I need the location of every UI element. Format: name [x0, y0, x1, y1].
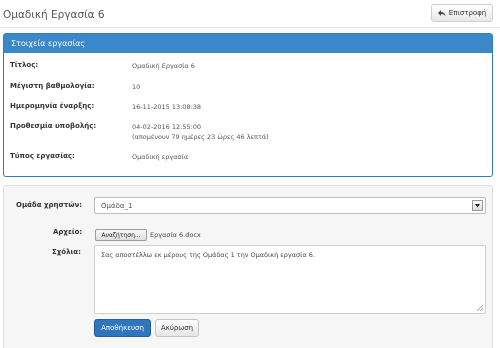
file-label: Αρχείο:	[53, 228, 83, 236]
comments-text: Σας αποστέλλω εκ μέρους της Ομάδας 1 την…	[101, 251, 315, 259]
detail-label: Τύπος εργασίας:	[10, 152, 75, 160]
user-group-selected: Ομάδα_1	[101, 201, 133, 210]
chevron-down-icon[interactable]	[472, 200, 483, 211]
resize-grip-icon[interactable]	[477, 305, 483, 311]
detail-label: Ημερομηνία έναρξης:	[10, 102, 95, 110]
assignment-details-panel: Στοιχεία εργασίας Τίτλος: Ομαδική Εργασί…	[3, 33, 493, 177]
save-button[interactable]: Αποθήκευση	[94, 319, 151, 337]
reply-arrow-icon	[437, 9, 446, 17]
comments-textarea[interactable]: Σας αποστέλλω εκ μέρους της Ομάδας 1 την…	[94, 245, 486, 314]
detail-value: Ομαδική εργασία	[132, 153, 189, 161]
page-title: Ομαδική Εργασία 6	[3, 9, 105, 21]
back-button[interactable]: Επιστροφή	[431, 4, 493, 22]
deadline-remaining-note: (απομένουν 79 ημέρες 23 ώρες 46 λεπτά)	[132, 133, 269, 141]
header-divider	[0, 27, 500, 28]
detail-label: Προθεσμία υποβολής:	[10, 122, 97, 130]
selected-file-name: Εργασία 6.docx	[150, 231, 201, 239]
user-group-select[interactable]: Ομάδα_1	[94, 197, 486, 214]
back-button-label: Επιστροφή	[448, 9, 487, 17]
detail-value: 16-11-2015 13:08:38	[132, 103, 202, 111]
comments-label: Σχόλια:	[52, 248, 81, 256]
detail-value: 10	[132, 83, 141, 91]
detail-value: Ομαδική Εργασία 6	[132, 62, 195, 70]
detail-value: 04-02-2016 12:55:00	[132, 123, 202, 131]
detail-label: Μέγιστη βαθμολογία:	[10, 82, 95, 90]
panel-heading: Στοιχεία εργασίας	[4, 34, 492, 53]
submission-form: Ομάδα χρηστών: Ομάδα_1 Αρχείο: Αναζήτηση…	[3, 185, 493, 348]
browse-file-button[interactable]: Αναζήτηση...	[95, 229, 147, 241]
cancel-button[interactable]: Ακύρωση	[155, 319, 199, 337]
user-group-label: Ομάδα χρηστών:	[16, 201, 83, 209]
detail-label: Τίτλος:	[10, 61, 39, 69]
